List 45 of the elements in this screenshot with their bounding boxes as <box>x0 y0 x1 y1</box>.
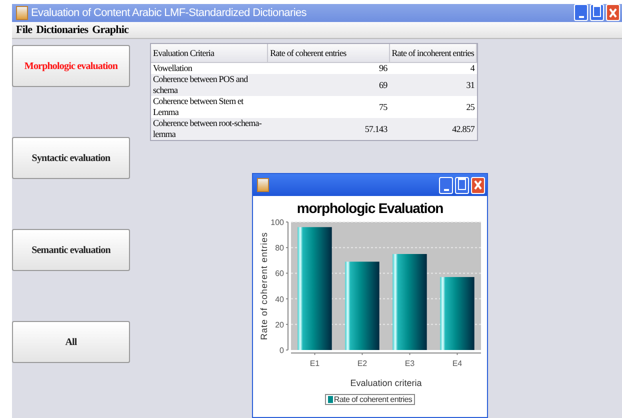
table-cell: 57.143 <box>268 118 390 140</box>
y-axis-label: Rate of coherent entries <box>259 232 269 340</box>
legend-swatch <box>328 396 333 403</box>
column-header[interactable]: Evaluation Criteria <box>151 44 268 62</box>
y-tick-label: 40 <box>275 294 284 304</box>
x-tick-label: E2 <box>357 359 368 368</box>
minimize-button[interactable] <box>439 176 453 194</box>
table-cell: 42.857 <box>389 118 476 140</box>
evaluation-button[interactable]: Syntactic evaluation <box>12 137 130 179</box>
close-button[interactable] <box>471 176 485 194</box>
y-tick-label: 20 <box>275 320 284 330</box>
table-cell: Coherence between POS and schema <box>151 74 268 96</box>
evaluation-button[interactable]: All <box>12 321 130 363</box>
y-tick-label: 0 <box>280 346 284 355</box>
y-tick-label: 100 <box>270 218 284 227</box>
evaluation-button[interactable]: Semantic evaluation <box>12 229 130 271</box>
menu-item[interactable]: File <box>16 24 32 36</box>
x-tick-label: E4 <box>452 359 462 368</box>
table-cell: 4 <box>389 62 476 74</box>
y-tick-label: 80 <box>275 244 284 253</box>
menu-item[interactable]: Dictionaries <box>36 24 88 36</box>
x-axis-label: Evaluation criteria <box>350 378 422 388</box>
column-header[interactable]: Rate of coherent entries <box>268 44 390 62</box>
column-header[interactable]: Rate of incoherent entries <box>389 44 476 62</box>
minimize-button[interactable] <box>574 4 588 22</box>
x-tick-label: E1 <box>310 359 320 368</box>
table-cell: 69 <box>268 74 390 96</box>
legend-label: Rate of coherent entries <box>334 395 412 404</box>
app-icon <box>257 178 269 192</box>
table-cell: 96 <box>268 62 390 74</box>
table-cell: Coherence between Stem et Lemma <box>151 96 268 118</box>
window-title: Evaluation of Content Arabic LMF-Standardized Dictionaries <box>31 6 306 19</box>
table-cell: 75 <box>268 96 390 118</box>
close-button[interactable] <box>606 4 620 22</box>
menu-item[interactable]: Graphic <box>92 24 128 36</box>
chart-title: morphologic Evaluation <box>296 200 444 216</box>
table-cell: Coherence between root-schema-lemma <box>151 118 268 140</box>
maximize-button[interactable] <box>455 176 469 194</box>
app-icon <box>16 6 28 20</box>
table-cell: Vowellation <box>151 62 268 74</box>
table-cell: 31 <box>389 74 476 96</box>
y-tick-label: 60 <box>275 269 284 278</box>
maximize-button[interactable] <box>590 4 604 22</box>
table-cell: 25 <box>389 96 476 118</box>
x-tick-label: E3 <box>404 359 415 368</box>
